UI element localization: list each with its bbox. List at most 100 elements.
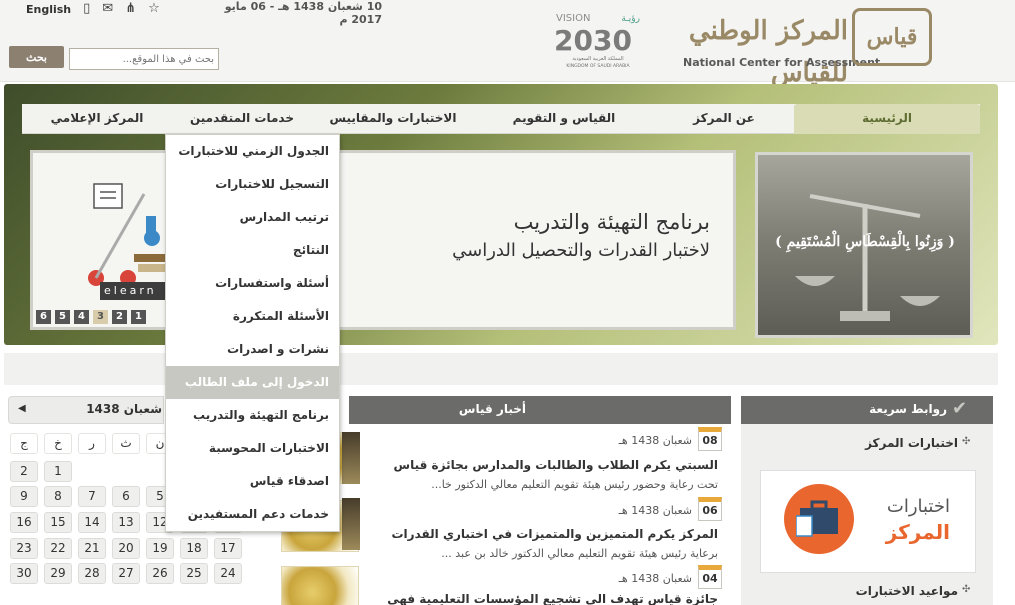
svg-text:المملكة العربية السعودية: المملكة العربية السعودية [572, 56, 623, 62]
dropdown-item-publications[interactable]: نشرات و اصدرات [166, 333, 339, 366]
top-links: English ▯ ✉ ⋔ ☆ [26, 1, 160, 17]
news-thumbnail[interactable] [342, 498, 360, 550]
card-title-line1: اختبارات [886, 496, 950, 517]
news-day-badge: 08 [698, 427, 722, 451]
calendar-day[interactable]: 19 [146, 538, 174, 559]
dropdown-item-computerized-tests[interactable]: الاختبارات المحوسبة [166, 432, 339, 465]
nav-media-center[interactable]: المركز الإعلامي [22, 104, 172, 134]
mobile-icon[interactable]: ▯ [83, 2, 90, 16]
calendar-day[interactable]: 17 [214, 538, 242, 559]
quick-link-center-tests[interactable]: اختبارات المركز [760, 436, 958, 450]
news-excerpt: برعاية رئيس هيئة تقويم التعليم معالي الد… [441, 547, 718, 560]
calendar-day[interactable]: 2 [10, 461, 38, 482]
bullet-icon: ✣ [962, 436, 971, 447]
calendar-day[interactable]: 7 [78, 486, 106, 507]
svg-text:2030: 2030 [554, 24, 632, 57]
slide-dot[interactable]: 2 [112, 310, 127, 324]
card-title-line2: المركز [885, 520, 950, 544]
org-name-english: National Center for Assessment [683, 56, 881, 69]
slide-dot[interactable]: 1 [131, 310, 146, 324]
nav-tests[interactable]: الاختبارات والمقاييس [312, 104, 474, 134]
qiyas-emblem[interactable]: قياس [852, 8, 932, 66]
calendar-day[interactable]: 23 [10, 538, 38, 559]
bullet-icon: ✣ [962, 584, 971, 595]
slide-pager: 6 5 4 3 2 1 [36, 310, 146, 324]
english-link[interactable]: English [26, 3, 71, 16]
svg-text:رؤيـة: رؤيـة [621, 14, 640, 24]
sitemap-icon[interactable]: ⋔ [125, 2, 136, 16]
dropdown-item-qiyas-friends[interactable]: اصدقاء قياس [166, 465, 339, 498]
calendar-weekday: ج [10, 433, 38, 454]
org-name-arabic: المركز الوطني للقياس [688, 16, 848, 88]
vision-2030-logo: VISION رؤيـة 2030 المملكة العربية السعود… [554, 13, 640, 69]
quick-links-title: روابط سريعة [869, 402, 947, 416]
calendar-prev-arrow[interactable]: ◀ [18, 403, 26, 414]
slide-dot[interactable]: 4 [74, 310, 89, 324]
calendar-day[interactable]: 16 [10, 512, 38, 533]
svg-text:VISION: VISION [556, 13, 590, 24]
calendar-day[interactable]: 1 [44, 461, 72, 482]
nav-about[interactable]: عن المركز [654, 104, 794, 134]
calendar-day[interactable]: 18 [180, 538, 208, 559]
calendar-day[interactable]: 26 [146, 563, 174, 584]
mail-icon[interactable]: ✉ [102, 2, 113, 16]
calendar-weekday: ث [112, 433, 140, 454]
news-excerpt: تحت رعاية وحضور رئيس هيئة تقويم التعليم … [431, 478, 718, 491]
content-strip [4, 353, 998, 385]
nav-applicant-services[interactable]: خدمات المتقدمين [172, 104, 312, 134]
qiyas-emblem-text: قياس [866, 24, 918, 50]
calendar-day[interactable]: 8 [44, 486, 72, 507]
calendar-day[interactable]: 29 [44, 563, 72, 584]
applicant-services-dropdown: الجدول الزمني للاختبارات التسجيل للاختبا… [165, 134, 340, 532]
calendar-day[interactable]: 20 [112, 538, 140, 559]
news-date: شعبان 1438 هـ [618, 504, 692, 517]
main-nav: الرئيسية عن المركز القياس و التقويم الاخ… [22, 104, 980, 134]
calendar-day[interactable]: 28 [78, 563, 106, 584]
calendar-day[interactable]: 24 [214, 563, 242, 584]
calendar-weekday: ر [78, 433, 106, 454]
elearning-illustration [88, 183, 170, 286]
news-award-image[interactable] [281, 566, 359, 605]
calendar-day[interactable]: 9 [10, 486, 38, 507]
news-headline[interactable]: السبتي يكرم الطلاب والطالبات والمدارس بج… [360, 458, 718, 472]
calendar-day[interactable]: 25 [180, 563, 208, 584]
news-title: أخبار قياس [458, 402, 526, 416]
search-button[interactable]: بحث [9, 46, 64, 68]
news-date: شعبان 1438 هـ [618, 434, 692, 447]
calendar-day[interactable]: 6 [112, 486, 140, 507]
calendar-day[interactable]: 27 [112, 563, 140, 584]
dropdown-item-test-schedule[interactable]: الجدول الزمني للاختبارات [166, 135, 339, 168]
nav-measurement[interactable]: القياس و التقويم [474, 104, 654, 134]
search-input[interactable] [69, 48, 219, 70]
calendar-day[interactable]: 22 [44, 538, 72, 559]
slide-dot-active[interactable]: 3 [93, 310, 108, 324]
news-day-badge: 04 [698, 565, 722, 589]
dropdown-item-results[interactable]: النتائج [166, 234, 339, 267]
dropdown-item-school-ranking[interactable]: ترتيب المدارس [166, 201, 339, 234]
star-icon[interactable]: ☆ [148, 2, 160, 16]
dropdown-item-training-program[interactable]: برنامج التهيئة والتدريب [166, 399, 339, 432]
slide-dot[interactable]: 5 [55, 310, 70, 324]
nav-home[interactable]: الرئيسية [794, 104, 980, 134]
calendar-day[interactable]: 14 [78, 512, 106, 533]
news-thumbnail[interactable] [342, 432, 360, 484]
svg-text:KINGDOM OF SAUDI ARABIA: KINGDOM OF SAUDI ARABIA [566, 63, 630, 69]
quran-verse: ( وَزِنُوا بِالْقِسْطَاسِ الْمُسْتَقِيمِ… [775, 234, 955, 250]
calendar-day[interactable]: 30 [10, 563, 38, 584]
news-day-badge: 06 [698, 497, 722, 521]
calendar-day[interactable]: 15 [44, 512, 72, 533]
slide-title: برنامج التهيئة والتدريب [513, 210, 710, 234]
news-headline[interactable]: جائزة قياس تهدف الى تشجيع المؤسسات التعل… [360, 592, 718, 605]
dropdown-item-registration[interactable]: التسجيل للاختبارات [166, 168, 339, 201]
calendar-day[interactable]: 13 [112, 512, 140, 533]
dropdown-item-beneficiary-support[interactable]: خدمات دعم المستفيدين [166, 498, 339, 531]
slide-dot[interactable]: 6 [36, 310, 51, 324]
quick-link-test-dates[interactable]: مواعيد الاختبارات [760, 584, 958, 598]
slide-subtitle: لاختبار القدرات والتحصيل الدراسي [452, 240, 710, 261]
dropdown-item-faq[interactable]: الأسئلة المتكررة [166, 300, 339, 333]
calendar-weekday: خ [44, 433, 72, 454]
dropdown-item-student-login[interactable]: الدخول إلى ملف الطالب [166, 366, 339, 399]
news-headline[interactable]: المركز يكرم المتميزين والمتميزات في اختب… [360, 527, 719, 541]
calendar-day[interactable]: 21 [78, 538, 106, 559]
dropdown-item-inquiries[interactable]: أسئلة واستفسارات [166, 267, 339, 300]
